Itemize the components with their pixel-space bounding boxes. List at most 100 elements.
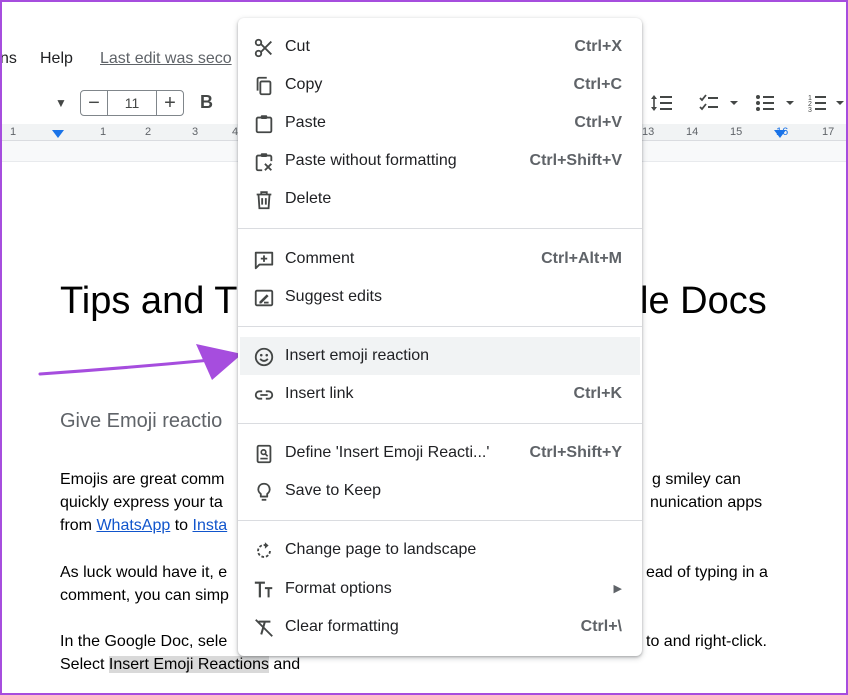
shortcut-label: Ctrl+Shift+Y: [529, 444, 622, 461]
para2-line1-start: As luck would have it, e: [60, 564, 228, 581]
clear-format-icon: [255, 619, 273, 637]
menu-item-label: Save to Keep: [285, 482, 382, 499]
annotation-arrow-icon: [38, 344, 242, 380]
shortcut-label: Ctrl+V: [574, 114, 622, 131]
menu-item-insert-link[interactable]: Insert link Ctrl+K: [238, 375, 642, 413]
menu-item-suggest-edits[interactable]: Suggest edits: [238, 278, 642, 316]
decrease-font-size-button[interactable]: −: [80, 90, 108, 116]
submenu-arrow-icon: ▶: [613, 583, 622, 595]
menu-item-save-to-keep[interactable]: Save to Keep: [238, 472, 642, 510]
menu-item-label: Define 'Insert Emoji Reacti...': [285, 444, 490, 461]
menu-item-label: Comment: [285, 250, 355, 267]
menu-item-label: Change page to landscape: [285, 541, 477, 558]
menu-item-label: Cut: [285, 38, 310, 55]
smiley-icon: [254, 347, 274, 367]
text-fragment: Select: [60, 656, 109, 673]
document-title-end: le Docs: [640, 280, 767, 322]
menu-separator: [238, 228, 642, 229]
menu-item-clear-formatting[interactable]: Clear formatting Ctrl+\: [238, 608, 642, 646]
line-spacing-icon[interactable]: [650, 92, 674, 114]
increase-font-size-button[interactable]: +: [156, 90, 184, 116]
dictionary-icon: [256, 444, 272, 464]
menu-help[interactable]: Help: [40, 50, 73, 68]
menu-item-comment[interactable]: Comment Ctrl+Alt+M: [238, 240, 642, 278]
document-title-start: Tips and T: [60, 280, 238, 322]
menu-item-label: Suggest edits: [285, 288, 382, 305]
para1-line1-end: g smiley can: [652, 471, 741, 488]
shortcut-label: Ctrl+K: [573, 385, 622, 402]
rotate-icon: [257, 542, 271, 558]
menu-item-label: Format options: [285, 580, 392, 597]
menu-item-delete[interactable]: Delete: [238, 180, 642, 218]
font-size-input[interactable]: 11: [108, 90, 156, 116]
menu-separator: [238, 423, 642, 424]
menu-item-paste[interactable]: Paste Ctrl+V: [238, 104, 642, 142]
menu-separator: [238, 520, 642, 521]
menu-item-insert-emoji-reaction[interactable]: Insert emoji reaction: [240, 337, 640, 375]
menu-item-copy[interactable]: Copy Ctrl+C: [238, 66, 642, 104]
ruler-tick: 13: [642, 126, 655, 138]
menu-item-format-options[interactable]: Format options ▶: [238, 570, 642, 608]
suggest-edit-icon: [254, 289, 274, 307]
menu-extensions[interactable]: ns: [0, 50, 17, 68]
ruler-tick: 1: [10, 126, 17, 138]
shortcut-label: Ctrl+X: [574, 38, 622, 55]
bulleted-list-icon[interactable]: [754, 92, 798, 114]
para3-line1-start: In the Google Doc, sele: [60, 633, 228, 650]
clipboard-clear-icon: [255, 153, 273, 172]
para1-line2-end: nunication apps: [650, 494, 763, 511]
para3-line1-end: to and right-click.: [646, 633, 767, 650]
ruler-tick: 15: [730, 126, 743, 138]
ruler-tick: 16: [776, 126, 789, 138]
whatsapp-link[interactable]: WhatsApp: [96, 517, 170, 534]
menu-item-label: Copy: [285, 76, 323, 93]
para1-line3: from WhatsApp to Insta: [60, 514, 227, 537]
ruler-tick: 2: [145, 126, 152, 138]
shortcut-label: Ctrl+\: [580, 618, 622, 635]
text-fragment: to: [170, 517, 193, 534]
menu-item-label: Insert emoji reaction: [285, 347, 430, 364]
svg-text:3: 3: [808, 107, 812, 114]
para2-line1-end: ead of typing in a: [646, 564, 768, 581]
ruler-tick: 1: [100, 126, 107, 138]
menu-item-paste-without-formatting[interactable]: Paste without formatting Ctrl+Shift+V: [238, 142, 642, 180]
ruler-tick: 3: [192, 126, 199, 138]
text-fragment: from: [60, 517, 97, 534]
clipboard-icon: [255, 115, 273, 134]
para1-line1-start: Emojis are great comm: [60, 471, 225, 488]
numbered-list-icon[interactable]: 1 2 3: [808, 92, 848, 114]
para3-line2: Select Insert Emoji Reactions and: [60, 653, 300, 676]
left-indent-marker[interactable]: [52, 130, 64, 138]
para1-line2-start: quickly express your ta: [60, 494, 223, 511]
scissors-icon: [254, 38, 272, 58]
document-heading: Give Emoji reactio: [60, 410, 223, 432]
text-format-icon: [254, 581, 273, 598]
copy-icon: [256, 76, 272, 96]
link-icon: [254, 390, 274, 400]
instagram-link[interactable]: Insta: [193, 517, 228, 534]
menu-item-label: Clear formatting: [285, 618, 399, 635]
para2-line2-start: comment, you can simp: [60, 587, 229, 604]
shortcut-label: Ctrl+Shift+V: [529, 152, 622, 169]
add-comment-icon: [254, 251, 274, 270]
shortcut-label: Ctrl+C: [573, 76, 622, 93]
bold-button[interactable]: B: [200, 92, 213, 113]
checklist-icon[interactable]: [698, 92, 742, 114]
text-fragment: and: [268, 656, 301, 673]
menu-item-label: Insert link: [285, 385, 354, 402]
font-dropdown-caret-icon[interactable]: ▼: [55, 96, 67, 110]
shortcut-label: Ctrl+Alt+M: [541, 250, 622, 267]
menu-separator: [238, 326, 642, 327]
selected-text[interactable]: Insert Emoji Reactions: [108, 656, 269, 673]
menu-item-label: Paste without formatting: [285, 152, 457, 169]
menu-item-define[interactable]: Define 'Insert Emoji Reacti...' Ctrl+Shi…: [238, 434, 642, 472]
menu-item-cut[interactable]: Cut Ctrl+X: [238, 28, 642, 66]
menu-item-change-page-orientation[interactable]: Change page to landscape: [238, 531, 642, 569]
context-menu: Cut Ctrl+X Copy Ctrl+C Paste Ctrl+V Past…: [238, 18, 642, 656]
menu-item-label: Paste: [285, 114, 326, 131]
menu-item-label: Delete: [285, 190, 332, 207]
lightbulb-icon: [257, 482, 271, 501]
trash-icon: [256, 191, 272, 210]
last-edit-link[interactable]: Last edit was seco: [100, 50, 240, 68]
ruler-tick: 14: [686, 126, 699, 138]
